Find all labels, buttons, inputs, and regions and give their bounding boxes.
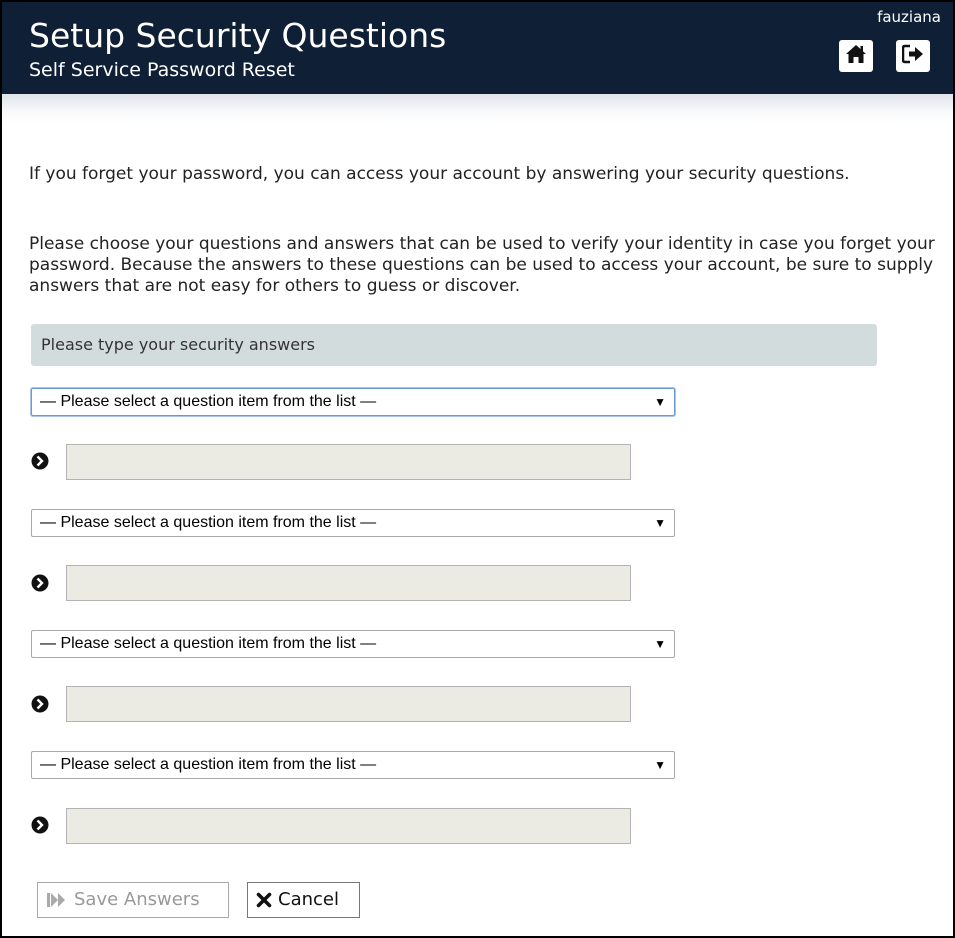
cancel-button[interactable]: Cancel — [247, 882, 360, 918]
question-select-3[interactable]: — Please select a question item from the… — [31, 630, 675, 658]
answer-field-3[interactable] — [66, 686, 631, 722]
question-select-value: — Please select a question item from the… — [40, 635, 377, 652]
answer-field-4[interactable] — [66, 808, 631, 844]
chevron-circle-right-icon — [31, 816, 49, 834]
home-icon — [845, 44, 867, 68]
save-answers-label: Save Answers — [74, 889, 200, 910]
question-select-value: — Please select a question item from the… — [40, 514, 377, 531]
cancel-label: Cancel — [278, 889, 339, 910]
chevron-circle-right-icon — [31, 695, 49, 713]
sign-out-icon — [901, 44, 924, 68]
section-heading: Please type your security answers — [31, 324, 877, 366]
close-icon — [256, 892, 272, 908]
page-header: Setup Security Questions Self Service Pa… — [2, 2, 953, 94]
question-select-4[interactable]: — Please select a question item from the… — [31, 751, 675, 779]
save-answers-button[interactable]: Save Answers — [37, 882, 229, 918]
page-title: Setup Security Questions — [29, 16, 447, 55]
header-shadow — [2, 94, 953, 124]
page-frame: Setup Security Questions Self Service Pa… — [0, 0, 955, 938]
question-select-2[interactable]: — Please select a question item from the… — [31, 509, 675, 537]
chevron-circle-right-icon — [31, 574, 49, 592]
question-select-value: — Please select a question item from the… — [40, 393, 377, 410]
page-subtitle: Self Service Password Reset — [29, 59, 295, 81]
intro-paragraph-1: If you forget your password, you can acc… — [29, 164, 850, 184]
fast-forward-icon — [46, 892, 68, 908]
dropdown-arrow-icon: ▼ — [654, 516, 666, 530]
dropdown-arrow-icon: ▼ — [654, 758, 666, 772]
intro-paragraph-2: Please choose your questions and answers… — [29, 234, 935, 296]
answer-field-1[interactable] — [66, 444, 631, 480]
question-select-value: — Please select a question item from the… — [40, 756, 377, 773]
answer-field-2[interactable] — [66, 565, 631, 601]
dropdown-arrow-icon: ▼ — [654, 395, 666, 409]
chevron-circle-right-icon — [31, 452, 49, 470]
question-select-1[interactable]: — Please select a question item from the… — [31, 388, 675, 416]
logout-button[interactable] — [896, 40, 930, 72]
home-button[interactable] — [839, 40, 873, 72]
dropdown-arrow-icon: ▼ — [654, 637, 666, 651]
username-label: fauziana — [877, 8, 941, 26]
